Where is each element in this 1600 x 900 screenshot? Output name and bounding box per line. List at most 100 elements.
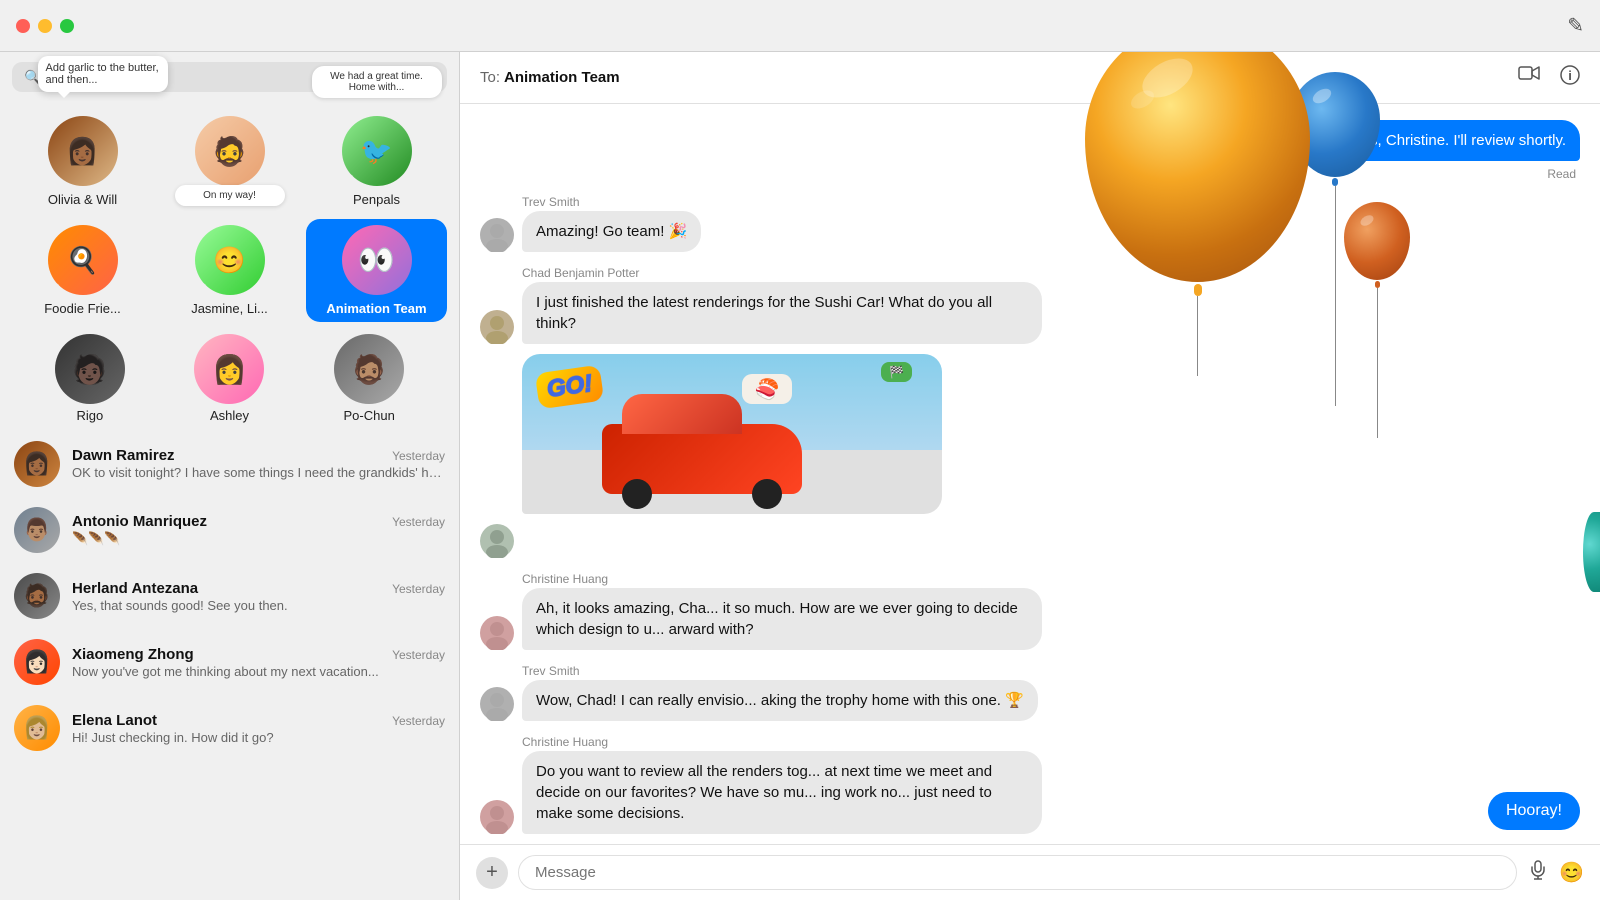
msg-row-chad-1: I just finished the latest renderings fo… [480,282,1580,344]
avatar-christine [480,616,514,650]
bubble-trev-2: Wow, Chad! I can really envisio... aking… [522,680,1038,721]
conv-antonio[interactable]: 👨🏽 Antonio Manriquez Yesterday 🪶🪶🪶 [0,497,459,563]
tooltip-bubble-olivia: Add garlic to the butter, and then... [38,56,168,92]
avatar-chad [480,310,514,344]
unread-dot-penpals [344,174,354,184]
pinned-cell-olivia-will[interactable]: Add garlic to the butter, and then... 👩🏾… [12,110,153,213]
info-icon[interactable]: i [1560,65,1580,90]
avatar-olivia-will: 👩🏾 [48,116,118,186]
name-rigo: Rigo [76,408,103,423]
emoji-icon[interactable]: 😊 [1559,860,1584,885]
maximize-button[interactable] [60,19,74,33]
name-ashley: Ashley [210,408,249,423]
pinned-name-olivia: Olivia & Will [48,192,117,207]
pinned-name-jasmine: Jasmine, Li... [191,301,268,316]
conv-preview-herland: Yes, that sounds good! See you then. [72,598,445,613]
avatar-conv-herland: 🧔🏾 [14,573,60,619]
msg-group-christine-1: Christine Huang Ah, it looks amazing, Ch… [480,572,1580,650]
green-sticker: 🏁 [881,362,912,382]
avatar-jasmine: 😊 [195,225,265,295]
secondary-pinned-row: 🧑🏿 Rigo 👩 Ashley 🧔🏽 Po-Chun [0,322,459,423]
avatar-penpals: 🐦 [342,116,412,186]
conv-time-xiaomeng: Yesterday [392,648,445,662]
sender-name-christine-1: Christine Huang [522,572,1580,586]
conv-preview-antonio: 🪶🪶🪶 [72,531,445,547]
msg-row-anon [480,524,1580,558]
conv-info-elena: Elena Lanot Yesterday Hi! Just checking … [72,712,445,745]
messages-area: Thanks, Christine. I'll review shortly. … [460,104,1600,844]
conv-dawn[interactable]: 👩🏾 Dawn Ramirez Yesterday OK to visit to… [0,431,459,497]
sender-name-christine-2: Christine Huang [522,735,1580,749]
bubble-christine-2: Do you want to review all the renders to… [522,751,1042,834]
pinned-cell-penpals[interactable]: We had a great time. Home with... 🐦 Penp… [306,110,447,213]
message-input[interactable] [518,855,1517,890]
pinned-ashley[interactable]: 👩 Ashley [194,334,264,423]
close-button[interactable] [16,19,30,33]
conv-preview-xiaomeng: Now you've got me thinking about my next… [72,664,445,679]
pinned-cell-jasmine[interactable]: On my way! 😊 Jasmine, Li... [159,219,300,322]
pinned-rigo[interactable]: 🧑🏿 Rigo [55,334,125,423]
msg-row-christine-1: Ah, it looks amazing, Cha... it so much.… [480,588,1580,650]
conv-info-xiaomeng: Xiaomeng Zhong Yesterday Now you've got … [72,646,445,679]
read-label: Read [480,167,1576,181]
avatar-christine-2 [480,800,514,834]
compose-icon[interactable]: ✎ [1567,13,1584,38]
pinned-pochun[interactable]: 🧔🏽 Po-Chun [334,334,404,423]
unread-dot-foodie [50,283,60,293]
minimize-button[interactable] [38,19,52,33]
main-layout: 🔍 Add garlic to the butter, and then... … [0,52,1600,900]
msg-row-trev-2: Wow, Chad! I can really envisio... aking… [480,680,1580,721]
pinned-cell-animation-team[interactable]: 👀 Animation Team [306,219,447,322]
avatar-spacer [480,480,514,514]
sender-name-trev-2: Trev Smith [522,664,1580,678]
audio-icon[interactable] [1527,859,1549,887]
msg-group-christine-2: Christine Huang Do you want to review al… [480,735,1580,834]
avatar-ashley: 👩 [194,334,264,404]
pinned-name-foodie: Foodie Frie... [44,301,121,316]
pinned-name-penpals: Penpals [353,192,400,207]
pinned-cell-foodie[interactable]: 🍳 Foodie Frie... [12,219,153,322]
chat-header-icons: i [1518,65,1580,90]
hooray-bubble: Hooray! [1488,792,1580,830]
conv-preview-elena: Hi! Just checking in. How did it go? [72,730,445,745]
msg-row-sent-1: Thanks, Christine. I'll review shortly. [480,120,1580,161]
conv-name-dawn: Dawn Ramirez [72,447,175,464]
sender-name-trev-1: Trev Smith [522,195,1580,209]
onmyway-bubble-jasmine: On my way! [175,185,285,206]
avatar-conv-antonio: 👨🏽 [14,507,60,553]
conv-herland[interactable]: 🧔🏾 Herland Antezana Yesterday Yes, that … [0,563,459,629]
sender-name-chad-1: Chad Benjamin Potter [522,266,1580,280]
conv-info-dawn: Dawn Ramirez Yesterday OK to visit tonig… [72,447,445,481]
conv-info-herland: Herland Antezana Yesterday Yes, that sou… [72,580,445,613]
msg-row-christine-2: Do you want to review all the renders to… [480,751,1580,834]
msg-row-trev-1: Amazing! Go team! 🎉 [480,211,1580,252]
svg-text:i: i [1568,68,1572,83]
conv-name-herland: Herland Antezana [72,580,198,597]
conv-name-xiaomeng: Xiaomeng Zhong [72,646,194,663]
chat-recipient: Animation Team [504,69,620,86]
conv-name-antonio: Antonio Manriquez [72,513,207,530]
video-icon[interactable] [1518,65,1540,90]
conversation-list: 👩🏾 Dawn Ramirez Yesterday OK to visit to… [0,431,459,900]
unread-dot-jasmine [197,283,207,293]
avatar-trev-2 [480,687,514,721]
conv-preview-dawn: OK to visit tonight? I have some things … [72,465,445,481]
add-button[interactable]: + [476,857,508,889]
conv-time-elena: Yesterday [392,714,445,728]
traffic-lights [16,19,74,33]
conv-xiaomeng[interactable]: 👩🏻 Xiaomeng Zhong Yesterday Now you've g… [0,629,459,695]
to-label: To: [480,69,500,86]
avatar-conv-xiaomeng: 👩🏻 [14,639,60,685]
avatar-animation-team: 👀 [342,225,412,295]
avatar-conv-dawn: 👩🏾 [14,441,60,487]
msg-group-anon [480,524,1580,558]
conv-elena[interactable]: 👩🏼 Elena Lanot Yesterday Hi! Just checki… [0,695,459,761]
conv-time-dawn: Yesterday [392,449,445,463]
pinned-name-animation-team: Animation Team [326,301,426,316]
pinned-grid: Add garlic to the butter, and then... 👩🏾… [0,102,459,322]
sushi-car-image: 🍣 GO! 🏁 [522,354,942,514]
msg-row-image: 🍣 GO! 🏁 [480,354,1580,514]
msg-group-chad-1: Chad Benjamin Potter I just finished the… [480,266,1580,344]
conv-time-antonio: Yesterday [392,515,445,529]
conv-info-antonio: Antonio Manriquez Yesterday 🪶🪶🪶 [72,513,445,547]
